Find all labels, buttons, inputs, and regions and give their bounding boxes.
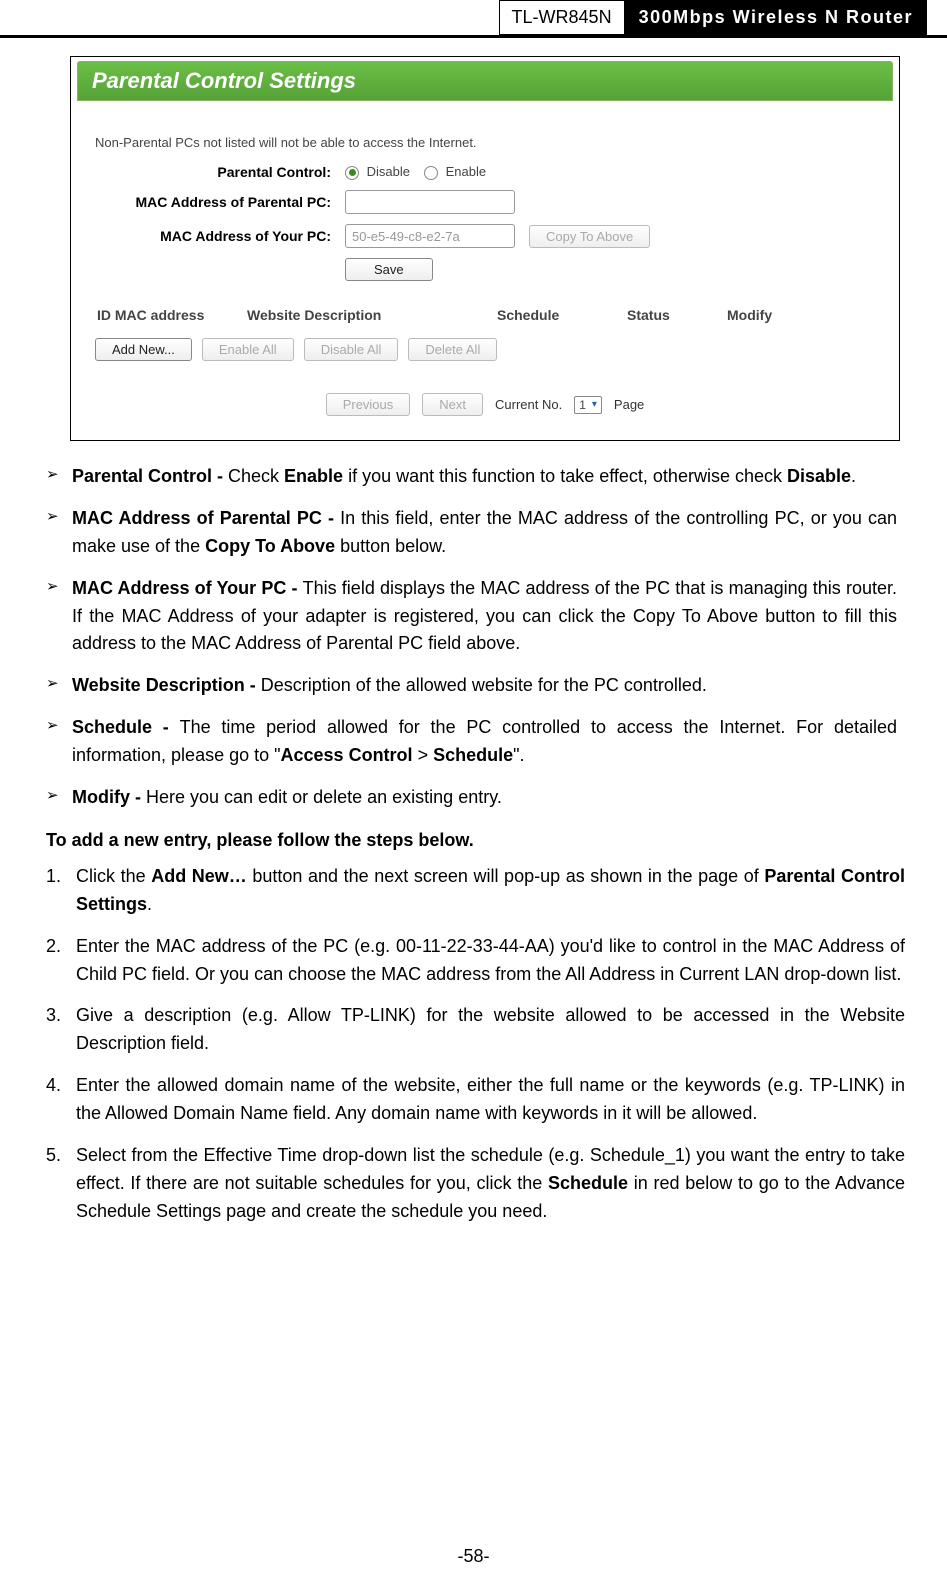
radio-disable[interactable]: Disable [345, 164, 410, 180]
radio-enable-label: Enable [446, 164, 486, 179]
bullet-icon: ➢ [46, 714, 72, 737]
bullet-bold: Disable [787, 466, 851, 486]
bullet-icon: ➢ [46, 505, 72, 528]
bullet-term: Parental Control - [72, 466, 228, 486]
step-text: button and the next screen will pop-up a… [247, 866, 765, 886]
previous-button[interactable]: Previous [326, 393, 411, 416]
copy-to-above-button[interactable]: Copy To Above [529, 225, 650, 248]
col-id-mac: ID MAC address [97, 307, 247, 323]
step-text: Enter the allowed domain name of the web… [76, 1075, 905, 1123]
bullet-term: Schedule - [72, 717, 180, 737]
radio-enable[interactable]: Enable [424, 164, 486, 180]
bullet-text: . [851, 466, 856, 486]
bullet-text: ". [513, 745, 524, 765]
next-button[interactable]: Next [422, 393, 483, 416]
page-label: Page [614, 397, 644, 412]
list-item: ➢Schedule - The time period allowed for … [46, 714, 905, 770]
panel-note: Non-Parental PCs not listed will not be … [95, 135, 875, 150]
page-select-value: 1 [579, 398, 586, 412]
radio-disable-label: Disable [367, 164, 410, 179]
bullet-text: if you want this function to take effect… [343, 466, 787, 486]
current-no-label: Current No. [495, 397, 562, 412]
bullet-icon: ➢ [46, 463, 72, 486]
panel-body: Non-Parental PCs not listed will not be … [77, 101, 893, 428]
page-content: Parental Control Settings Non-Parental P… [0, 38, 947, 1280]
bullet-text: button below. [335, 536, 446, 556]
step-text: Give a description (e.g. Allow TP-LINK) … [76, 1005, 905, 1053]
radio-group: Disable Enable [345, 164, 486, 180]
delete-all-button[interactable]: Delete All [408, 338, 497, 361]
label-mac-your: MAC Address of Your PC: [95, 228, 345, 244]
add-new-button[interactable]: Add New... [95, 338, 192, 361]
step-number: 4. [46, 1072, 76, 1128]
bullet-bold: Schedule [433, 745, 513, 765]
label-parental-control: Parental Control: [95, 164, 345, 180]
bullet-bold: Enable [284, 466, 343, 486]
feature-description-list: ➢Parental Control - Check Enable if you … [46, 463, 905, 812]
list-item: ➢MAC Address of Your PC - This field dis… [46, 575, 905, 659]
page-number: -58- [0, 1546, 947, 1567]
step-number: 1. [46, 863, 76, 919]
list-item: 5.Select from the Effective Time drop-do… [46, 1142, 905, 1226]
page-select[interactable]: 1▾ [574, 396, 602, 414]
product-tagline: 300Mbps Wireless N Router [625, 0, 927, 35]
row-parental-control: Parental Control: Disable Enable [95, 164, 875, 180]
step-number: 2. [46, 933, 76, 989]
bullet-term: Website Description - [72, 675, 261, 695]
step-text: . [147, 894, 152, 914]
settings-screenshot: Parental Control Settings Non-Parental P… [70, 56, 900, 441]
save-button[interactable]: Save [345, 258, 433, 281]
table-header: ID MAC address Website Description Sched… [95, 301, 875, 330]
list-item: ➢Parental Control - Check Enable if you … [46, 463, 905, 491]
bullet-text: > [413, 745, 434, 765]
col-status: Status [627, 307, 727, 323]
list-item: ➢MAC Address of Parental PC - In this fi… [46, 505, 905, 561]
list-item: ➢Modify - Here you can edit or delete an… [46, 784, 905, 812]
row-mac-your: MAC Address of Your PC: Copy To Above [95, 224, 875, 248]
step-bold: Schedule [548, 1173, 628, 1193]
enable-all-button[interactable]: Enable All [202, 338, 294, 361]
bullet-term: MAC Address of Your PC - [72, 578, 303, 598]
page-header: TL-WR845N 300Mbps Wireless N Router [0, 0, 947, 38]
radio-icon [345, 166, 359, 180]
steps-list: 1.Click the Add New… button and the next… [46, 863, 905, 1226]
label-mac-parental: MAC Address of Parental PC: [95, 194, 345, 210]
bullet-icon: ➢ [46, 575, 72, 598]
bullet-icon: ➢ [46, 784, 72, 807]
step-text: Click the [76, 866, 151, 886]
model-number: TL-WR845N [499, 0, 625, 35]
bullet-term: MAC Address of Parental PC - [72, 508, 340, 528]
bullet-text: Check [228, 466, 284, 486]
list-item: 4.Enter the allowed domain name of the w… [46, 1072, 905, 1128]
chevron-down-icon: ▾ [592, 399, 597, 410]
radio-icon [424, 166, 438, 180]
table-action-row: Add New... Enable All Disable All Delete… [95, 338, 875, 361]
step-bold: Add New… [151, 866, 247, 886]
col-modify: Modify [727, 307, 807, 323]
disable-all-button[interactable]: Disable All [304, 338, 399, 361]
steps-heading: To add a new entry, please follow the st… [46, 830, 925, 851]
bullet-bold: Copy To Above [205, 536, 335, 556]
list-item: 2.Enter the MAC address of the PC (e.g. … [46, 933, 905, 989]
input-mac-parental[interactable] [345, 190, 515, 214]
col-schedule: Schedule [497, 307, 627, 323]
input-mac-your[interactable] [345, 224, 515, 248]
step-number: 5. [46, 1142, 76, 1226]
row-mac-parental: MAC Address of Parental PC: [95, 190, 875, 214]
list-item: 3.Give a description (e.g. Allow TP-LINK… [46, 1002, 905, 1058]
bullet-term: Modify - [72, 787, 146, 807]
bullet-text: Description of the allowed website for t… [261, 675, 707, 695]
step-number: 3. [46, 1002, 76, 1058]
list-item: 1.Click the Add New… button and the next… [46, 863, 905, 919]
bullet-icon: ➢ [46, 672, 72, 695]
bullet-text: Here you can edit or delete an existing … [146, 787, 502, 807]
list-item: ➢Website Description - Description of th… [46, 672, 905, 700]
bullet-bold: Access Control [281, 745, 413, 765]
step-text: Enter the MAC address of the PC (e.g. 00… [76, 936, 905, 984]
pager-row: Previous Next Current No. 1▾ Page [95, 393, 875, 416]
row-save: Save [95, 258, 875, 281]
panel-title: Parental Control Settings [77, 61, 893, 101]
col-desc: Website Description [247, 307, 497, 323]
